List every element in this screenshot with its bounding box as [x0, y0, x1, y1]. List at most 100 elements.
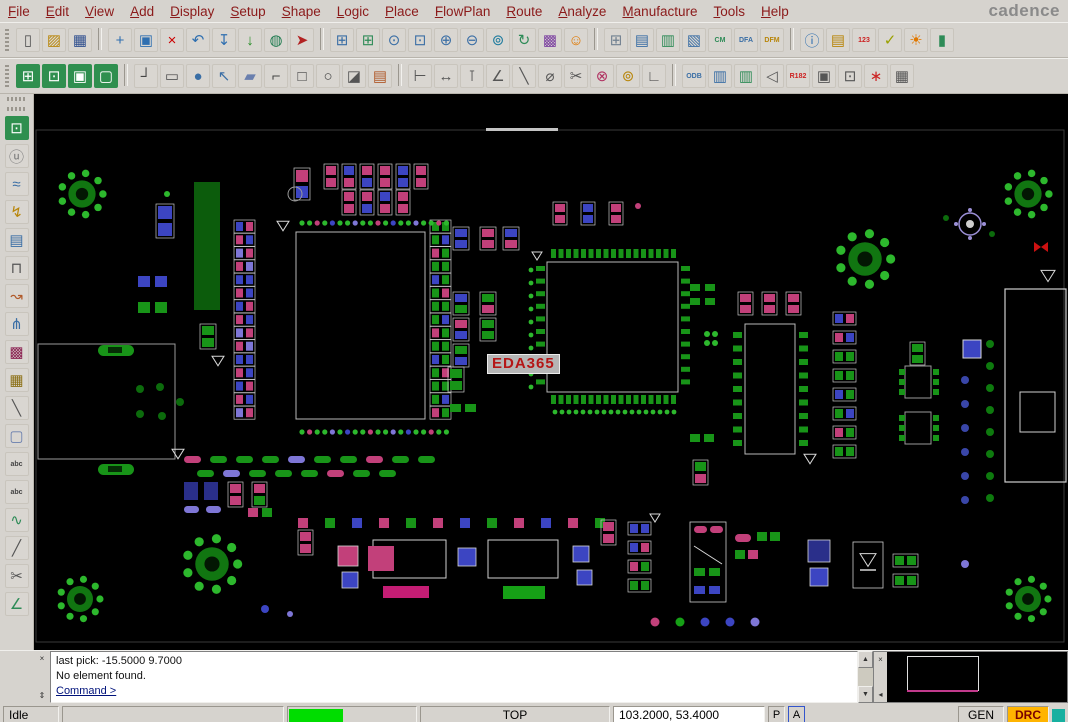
pattern-icon[interactable]: ▩ — [4, 340, 29, 364]
menu-add[interactable]: Add — [130, 4, 154, 19]
matrix-tool-icon[interactable]: ▦ — [890, 64, 914, 88]
sidebar-grip-2[interactable] — [6, 107, 27, 111]
cm-check-icon[interactable]: CM — [708, 28, 732, 52]
pcb-canvas[interactable]: EDA365 — [34, 94, 1068, 650]
layers-icon[interactable]: ▤ — [630, 28, 654, 52]
text-abc-icon[interactable]: abc — [4, 452, 29, 476]
pin-mark-icon[interactable]: ➤ — [290, 28, 314, 52]
menu-setup[interactable]: Setup — [230, 4, 265, 19]
circle-tap-icon[interactable]: ⊚ — [616, 64, 640, 88]
window-select-icon[interactable]: ⊡ — [838, 64, 862, 88]
add-line-side-icon[interactable]: ╲ — [4, 396, 29, 420]
circled-u-icon[interactable]: ⓤ — [4, 144, 29, 168]
waveform-icon[interactable]: ≈ — [4, 172, 29, 196]
zoom-points-icon[interactable]: ⊙ — [382, 28, 406, 52]
menu-route[interactable]: Route — [506, 4, 542, 19]
zoom-area-icon[interactable]: ⊡ — [4, 116, 29, 140]
measure-angle-icon[interactable]: ∠ — [4, 592, 29, 616]
highlight-sun-icon[interactable]: ☀ — [904, 28, 928, 52]
padstack-icon[interactable]: ▤ — [368, 64, 392, 88]
add-circle-icon[interactable]: ● — [186, 64, 210, 88]
zoom-in-icon[interactable]: ⊕ — [434, 28, 458, 52]
info-icon[interactable]: ⓘ — [800, 28, 824, 52]
origin-green-icon[interactable]: ⊡ — [42, 64, 66, 88]
zoom-out-icon[interactable]: ⊖ — [460, 28, 484, 52]
stub-icon[interactable]: ⊓ — [4, 256, 29, 280]
expand-green-icon[interactable]: ▢ — [94, 64, 118, 88]
trim-icon[interactable]: ✂ — [4, 564, 29, 588]
new-design-icon[interactable]: ▯ — [16, 28, 40, 52]
menu-view[interactable]: View — [85, 4, 114, 19]
shell-icon[interactable]: ☺ — [564, 28, 588, 52]
minimap-view[interactable] — [887, 652, 1067, 702]
scrollbar-track[interactable] — [858, 668, 873, 686]
bars-icon[interactable]: ▮ — [930, 28, 954, 52]
menu-analyze[interactable]: Analyze — [558, 4, 606, 19]
grid-display-icon[interactable]: ⊞ — [356, 28, 380, 52]
open-design-icon[interactable]: ▨ — [42, 28, 66, 52]
add-ellipse-icon[interactable]: ○ — [316, 64, 340, 88]
p-button[interactable]: P — [768, 706, 785, 722]
dimension-icon[interactable]: ↔ — [434, 64, 458, 88]
a-button[interactable]: A — [788, 706, 805, 722]
diagonal-line-icon[interactable]: ╲ — [512, 64, 536, 88]
add-square-icon[interactable]: □ — [290, 64, 314, 88]
r182-label-icon[interactable]: R182 — [786, 64, 810, 88]
pin-tool-icon[interactable]: ⊢ — [408, 64, 432, 88]
linear-dim-icon[interactable]: ⊺ — [460, 64, 484, 88]
menu-file[interactable]: File — [8, 4, 30, 19]
menu-flowplan[interactable]: FlowPlan — [435, 4, 491, 19]
toolbar-grip[interactable] — [5, 29, 9, 51]
minimap-close-icon[interactable]: × — [878, 655, 883, 664]
zoom-world-icon[interactable]: ⊚ — [486, 28, 510, 52]
highlight-tool-icon[interactable]: ⊗ — [590, 64, 614, 88]
resize-grip[interactable] — [1052, 708, 1065, 722]
add-frect-icon[interactable]: ▰ — [238, 64, 262, 88]
scroll-up-icon[interactable]: ▲ — [858, 651, 873, 668]
menu-edit[interactable]: Edit — [46, 4, 69, 19]
console-scrollbar[interactable]: ▲ ▼ — [858, 651, 873, 703]
report-green-icon[interactable]: ▥ — [734, 64, 758, 88]
diameter-dim-icon[interactable]: ⌀ — [538, 64, 562, 88]
menu-help[interactable]: Help — [761, 4, 789, 19]
design-grid-icon[interactable]: ⊞ — [604, 28, 628, 52]
menu-display[interactable]: Display — [170, 4, 214, 19]
menu-shape[interactable]: Shape — [282, 4, 321, 19]
text-abc-dot-icon[interactable]: abc — [4, 480, 29, 504]
menu-logic[interactable]: Logic — [337, 4, 369, 19]
copy-icon[interactable]: ▣ — [134, 28, 158, 52]
redraw-icon[interactable]: ↻ — [512, 28, 536, 52]
console-close-icon[interactable]: × — [40, 654, 45, 663]
add-rect-side-icon[interactable]: ▢ — [4, 424, 29, 448]
cross-section-icon[interactable]: ▥ — [656, 28, 680, 52]
verify-icon[interactable]: ✓ — [878, 28, 902, 52]
angle-dim-icon[interactable]: ∠ — [486, 64, 510, 88]
add-arc-icon[interactable]: ⌐ — [264, 64, 288, 88]
attach-star-icon[interactable]: ∗ — [864, 64, 888, 88]
dfa-check-icon[interactable]: DFA — [734, 28, 758, 52]
menu-tools[interactable]: Tools — [713, 4, 745, 19]
console-resize-icon[interactable]: ⇕ — [39, 691, 46, 700]
toolbar-grip-2[interactable] — [5, 65, 9, 87]
probe-icon[interactable]: ↯ — [4, 200, 29, 224]
delete-icon[interactable]: × — [160, 28, 184, 52]
grid-dots-icon[interactable]: ▦ — [4, 368, 29, 392]
properties-icon[interactable]: ▤ — [826, 28, 850, 52]
undo-icon[interactable]: ↶ — [186, 28, 210, 52]
flag-tool-icon[interactable]: ▣ — [812, 64, 836, 88]
freeze-net-icon[interactable]: ◍ — [264, 28, 288, 52]
add-slot-icon[interactable]: ◪ — [342, 64, 366, 88]
zoom-fit-icon[interactable]: ⊡ — [408, 28, 432, 52]
cut-tool-icon[interactable]: ✂ — [564, 64, 588, 88]
odb-export-icon[interactable]: ODB — [682, 64, 706, 88]
dfm-check-icon[interactable]: DFM — [760, 28, 784, 52]
cline-icon[interactable]: ╱ — [4, 536, 29, 560]
shadow-mode-icon[interactable]: ▧ — [682, 28, 706, 52]
snapshot-icon[interactable]: ▤ — [4, 228, 29, 252]
color192-icon[interactable]: ▩ — [538, 28, 562, 52]
menu-manufacture[interactable]: Manufacture — [622, 4, 697, 19]
move-icon[interactable]: + — [108, 28, 132, 52]
spread-icon[interactable]: ⋔ — [4, 312, 29, 336]
select-cursor-icon[interactable]: ↖ — [212, 64, 236, 88]
audit-left-icon[interactable]: ◁ — [760, 64, 784, 88]
